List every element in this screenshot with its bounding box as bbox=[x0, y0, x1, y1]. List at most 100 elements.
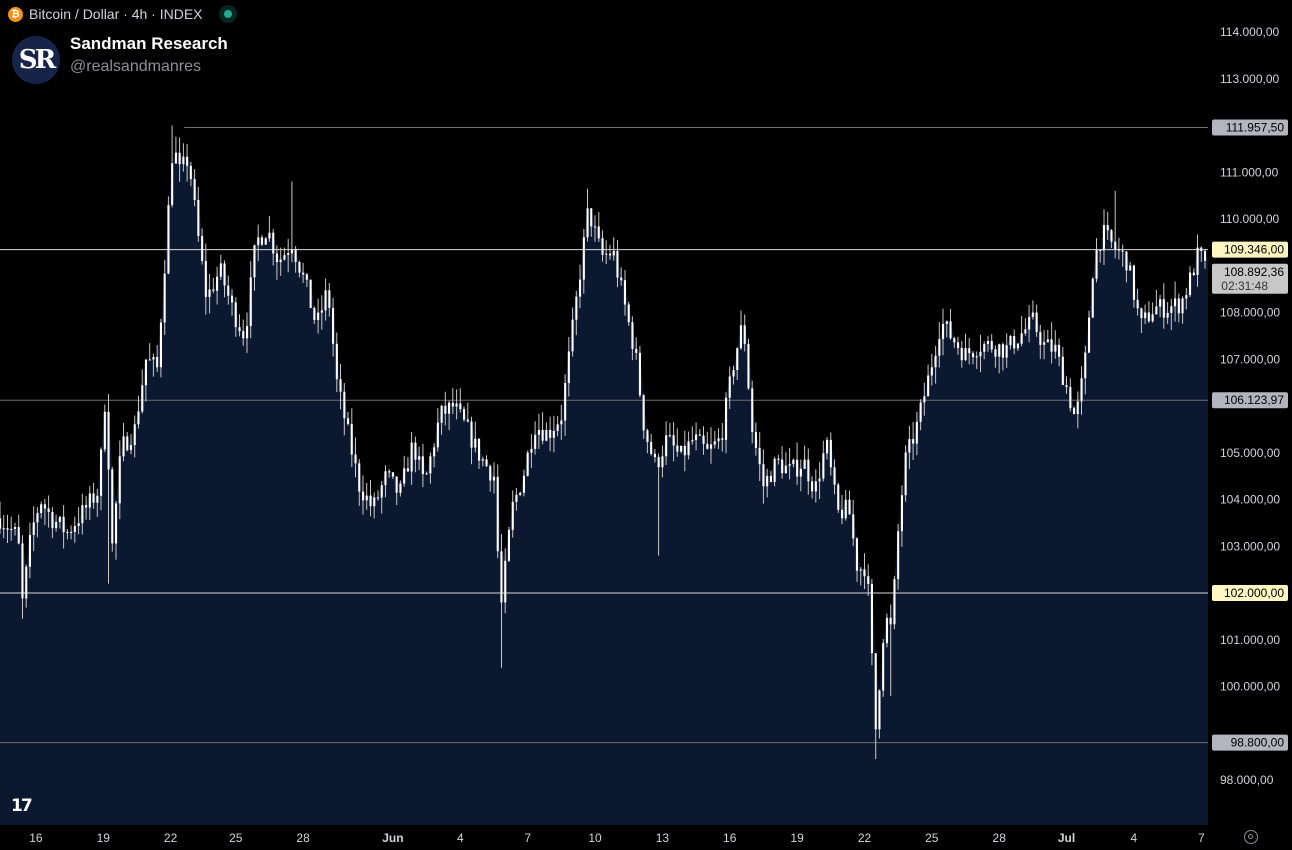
candle-body bbox=[1050, 339, 1053, 352]
candle-body bbox=[260, 237, 263, 245]
candle-body bbox=[680, 446, 683, 452]
candle-body bbox=[156, 357, 159, 368]
candle-body bbox=[115, 503, 118, 544]
candle-body bbox=[451, 402, 454, 407]
candle-body bbox=[376, 497, 379, 499]
gear-icon[interactable] bbox=[1244, 830, 1258, 844]
price-line-label: 98.800,00 bbox=[1231, 736, 1285, 750]
time-tick-label: 7 bbox=[524, 831, 531, 845]
candle-body bbox=[754, 432, 757, 448]
candle-body bbox=[878, 690, 881, 730]
candle-body bbox=[672, 435, 675, 446]
candle-body bbox=[1102, 225, 1105, 251]
candle-body bbox=[676, 445, 679, 452]
symbol-bar[interactable]: ₿ Bitcoin / Dollar · 4h · INDEX bbox=[8, 4, 237, 24]
candle-body bbox=[859, 569, 862, 571]
candle-body bbox=[249, 277, 252, 327]
candle-body bbox=[874, 653, 877, 730]
candle-body bbox=[945, 321, 948, 324]
candle-body bbox=[328, 290, 331, 308]
candle-body bbox=[964, 348, 967, 361]
candle-body bbox=[638, 352, 641, 396]
candle-body bbox=[919, 402, 922, 422]
candle-body bbox=[942, 324, 945, 339]
candle-body bbox=[915, 421, 918, 444]
candle-body bbox=[537, 429, 540, 435]
candle-body bbox=[1001, 344, 1004, 358]
candle-body bbox=[773, 458, 776, 482]
candle-body bbox=[111, 469, 114, 544]
candle-body bbox=[609, 253, 612, 256]
candle-body bbox=[298, 262, 301, 273]
candle-body bbox=[1200, 247, 1203, 251]
candle-body bbox=[234, 302, 237, 328]
candle-body bbox=[373, 497, 376, 507]
candle-body bbox=[575, 296, 578, 320]
candle-body bbox=[414, 442, 417, 460]
candle-body bbox=[960, 348, 963, 361]
candle-body bbox=[900, 495, 903, 532]
candle-body bbox=[358, 463, 361, 492]
candle-body bbox=[0, 518, 2, 529]
candle-body bbox=[350, 424, 353, 455]
candle-body bbox=[710, 444, 713, 449]
time-axis[interactable]: 16 19 22 25 28 Jun 4 7 10 13 16 19 22 25 28 Jul 4 7 bbox=[29, 831, 1205, 845]
candle-body bbox=[51, 512, 54, 529]
time-tick-label: 7 bbox=[1198, 831, 1205, 845]
candle-body bbox=[1009, 336, 1012, 346]
candle-body bbox=[463, 409, 466, 420]
candle-body bbox=[904, 452, 907, 496]
candle-body bbox=[1159, 299, 1162, 307]
candle-body bbox=[728, 376, 731, 398]
candle-body bbox=[1031, 312, 1034, 317]
candle-body bbox=[122, 436, 125, 457]
candle-body bbox=[294, 249, 297, 262]
candle-body bbox=[852, 514, 855, 539]
time-tick-label: 28 bbox=[296, 831, 310, 845]
price-tick-label: 101.000,00 bbox=[1220, 633, 1280, 647]
chart-canvas[interactable]: 114.000,00 113.000,00 111.000,00 110.000,00… bbox=[0, 0, 1292, 850]
candle-body bbox=[279, 259, 282, 263]
brand-watermark: SR Sandman Research @realsandmanres bbox=[12, 34, 228, 84]
candle-body bbox=[867, 576, 870, 584]
price-tick-label: 98.000,00 bbox=[1220, 773, 1274, 787]
candle-body bbox=[444, 405, 447, 414]
candle-body bbox=[1151, 314, 1154, 322]
candle-body bbox=[848, 499, 851, 515]
candle-body bbox=[137, 411, 140, 425]
candle-body bbox=[100, 449, 103, 496]
price-tick-label: 100.000,00 bbox=[1220, 680, 1280, 694]
candle-body bbox=[949, 321, 952, 339]
tradingview-logo-icon[interactable]: 17 bbox=[11, 796, 33, 816]
candle-body bbox=[1144, 312, 1147, 319]
candle-body bbox=[579, 279, 582, 297]
candle-body bbox=[410, 442, 413, 472]
candle-body bbox=[612, 250, 615, 256]
candle-body bbox=[118, 456, 121, 504]
candle-body bbox=[605, 253, 608, 255]
candle-body bbox=[683, 446, 686, 456]
candle-body bbox=[799, 468, 802, 477]
candle-body bbox=[1061, 356, 1064, 385]
price-tick-label: 113.000,00 bbox=[1220, 72, 1279, 86]
candle-body bbox=[1016, 343, 1019, 349]
candle-body bbox=[1110, 230, 1113, 242]
candle-body bbox=[21, 543, 24, 599]
candle-body bbox=[197, 200, 200, 236]
time-tick-label: 25 bbox=[229, 831, 243, 845]
candle-body bbox=[309, 279, 312, 308]
candle-body bbox=[167, 205, 170, 274]
candle-body bbox=[246, 326, 249, 339]
candle-body bbox=[478, 438, 481, 461]
candle-body bbox=[725, 397, 728, 440]
price-tick-label: 108.000,00 bbox=[1220, 306, 1280, 320]
candle-body bbox=[406, 468, 409, 472]
candle-body bbox=[807, 459, 810, 482]
candle-body bbox=[339, 379, 342, 392]
candle-body bbox=[534, 434, 537, 449]
candle-body bbox=[739, 325, 742, 349]
candle-body bbox=[32, 522, 35, 535]
candle-body bbox=[687, 441, 690, 456]
candle-body bbox=[792, 459, 795, 465]
candle-body bbox=[769, 475, 772, 482]
